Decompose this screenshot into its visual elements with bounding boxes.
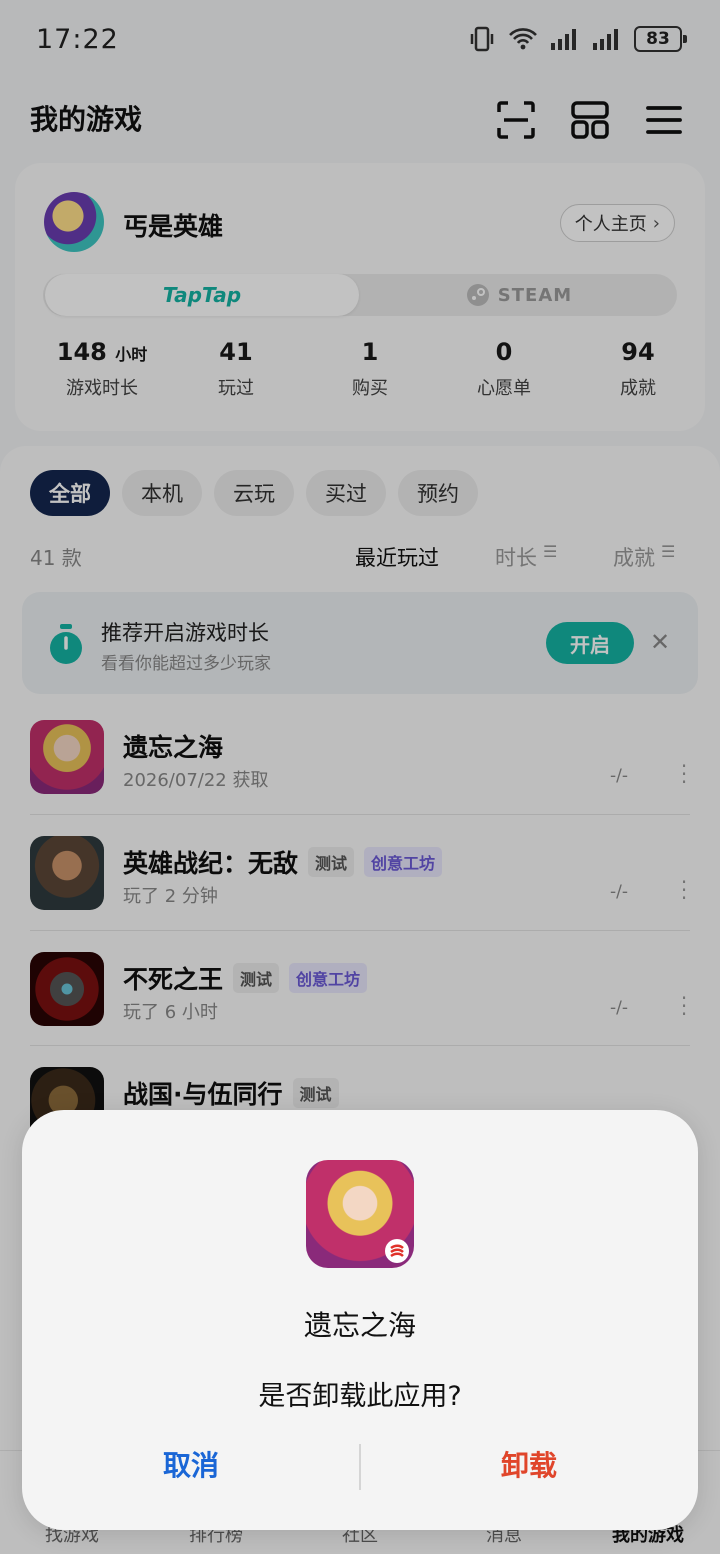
uninstall-button[interactable]: 卸载 (360, 1444, 698, 1484)
app-icon (306, 1160, 414, 1268)
uninstall-dialog: 遗忘之海 是否卸载此应用? 取消 卸载 (22, 1110, 698, 1530)
dialog-message: 是否卸载此应用? (258, 1381, 462, 1412)
cancel-button[interactable]: 取消 (22, 1444, 360, 1484)
publisher-badge-icon (385, 1239, 409, 1263)
dialog-app-name: 遗忘之海 (303, 1309, 416, 1342)
